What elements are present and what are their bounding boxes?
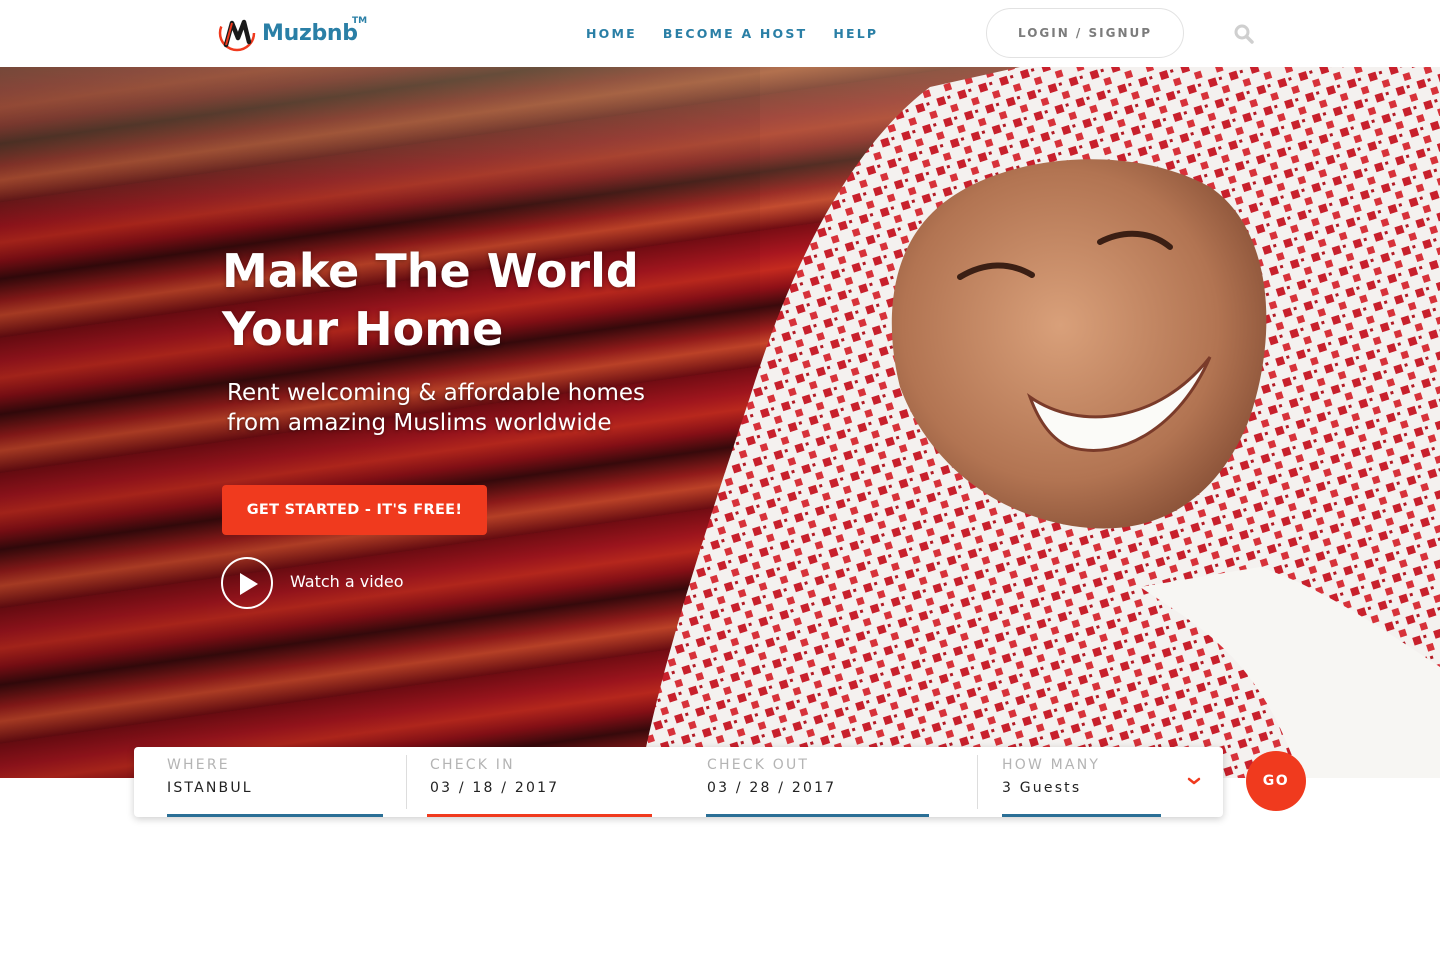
get-started-button[interactable]: GET STARTED - IT'S FREE! [222,485,487,535]
hero-subtitle: Rent welcoming & affordable homes from a… [227,378,707,438]
check-in-value[interactable]: 03 / 18 / 2017 [430,780,559,796]
nav-home[interactable]: HOME [586,26,637,41]
go-button[interactable]: GO [1246,751,1306,811]
nav-help[interactable]: HELP [833,26,878,41]
watch-video-link[interactable]: Watch a video [290,572,404,591]
hero-title-line-1: Make The World [222,244,639,298]
field-divider [977,755,978,809]
where-label: WHERE [167,757,230,773]
hero-title: Make The World Your Home [222,242,742,358]
check-in-underline [427,814,652,817]
field-divider [406,755,407,809]
hero-subtitle-line-2: from amazing Muslims worldwide [227,410,612,436]
site-header: Muzbnb TM HOME BECOME A HOST HELP LOGIN … [0,0,1440,67]
check-out-field[interactable]: CHECK OUT 03 / 28 / 2017 [707,747,929,817]
check-in-label: CHECK IN [430,757,515,773]
guests-label: HOW MANY [1002,757,1101,773]
where-field[interactable]: WHERE ISTANBUL [167,747,383,817]
guests-underline [1002,814,1161,817]
logo-text: Muzbnb [262,20,358,46]
hero-photo-person [640,67,1440,778]
logo-mark-icon [218,14,256,52]
play-video-button[interactable] [221,557,273,609]
where-underline [167,814,383,817]
trademark-mark: TM [352,16,368,26]
login-signup-button[interactable]: LOGIN / SIGNUP [986,8,1184,58]
hero-title-line-2: Your Home [222,302,504,356]
logo[interactable]: Muzbnb TM [218,14,367,52]
where-value[interactable]: ISTANBUL [167,780,253,796]
check-out-label: CHECK OUT [707,757,810,773]
nav-become-a-host[interactable]: BECOME A HOST [663,26,807,41]
search-bar: WHERE ISTANBUL CHECK IN 03 / 18 / 2017 C… [134,747,1223,817]
guests-field[interactable]: HOW MANY 3 Guests [1002,747,1202,817]
hero-banner: Make The World Your Home Rent welcoming … [0,67,1440,778]
main-nav: HOME BECOME A HOST HELP [586,26,904,41]
search-icon[interactable] [1234,24,1254,44]
check-out-underline [706,814,929,817]
hero-subtitle-line-1: Rent welcoming & affordable homes [227,380,645,406]
check-out-value[interactable]: 03 / 28 / 2017 [707,780,836,796]
chevron-down-icon[interactable] [1186,773,1202,789]
guests-value[interactable]: 3 Guests [1002,780,1081,796]
play-icon [240,573,258,595]
check-in-field[interactable]: CHECK IN 03 / 18 / 2017 [430,747,655,817]
